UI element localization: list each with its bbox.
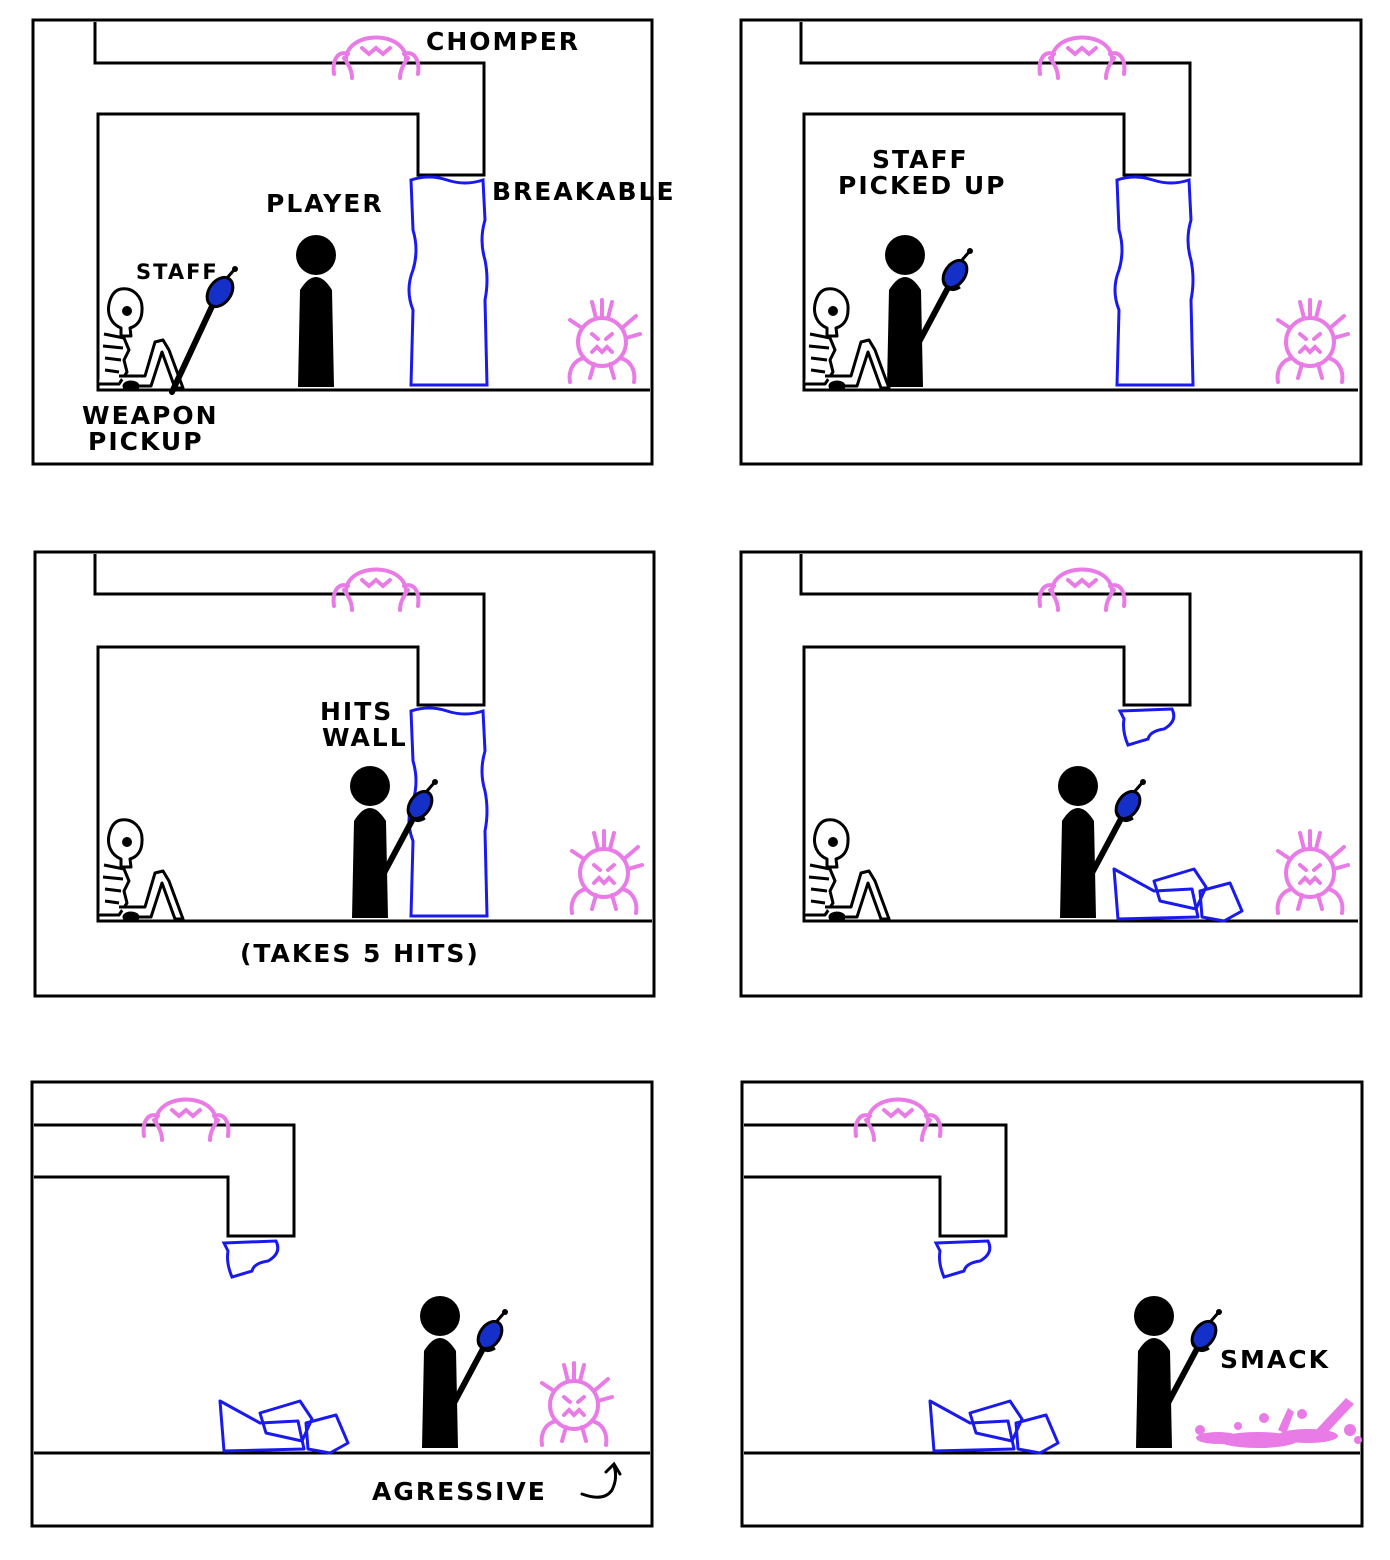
breakable-wall — [1113, 175, 1195, 387]
takes-hits-label: (TAKES 5 HITS) — [240, 939, 480, 968]
chomper-label: CHOMPER — [426, 27, 580, 56]
player-figure-icon — [885, 235, 925, 387]
player-figure-icon — [1134, 1296, 1174, 1448]
panel-1: CHOMPER BREAKABLE PLAYER STAFF WEAPON PI… — [31, 18, 676, 466]
weapon-pickup-label-line2: PICKUP — [88, 427, 204, 456]
breakable-label: BREAKABLE — [492, 177, 676, 206]
breakable-wall — [407, 175, 489, 387]
panel-4 — [739, 550, 1363, 998]
player-label: PLAYER — [266, 189, 384, 218]
player-figure-icon — [350, 766, 390, 918]
smack-label: SMACK — [1220, 1345, 1330, 1374]
storyboard: CHOMPER BREAKABLE PLAYER STAFF WEAPON PI… — [30, 18, 1364, 1528]
player-figure-icon — [420, 1296, 460, 1448]
staff-picked-label-line2: PICKED UP — [838, 171, 1007, 200]
weapon-pickup-label-line1: WEAPON — [82, 401, 219, 430]
player-figure-icon — [296, 235, 336, 387]
staff-label: STAFF — [136, 260, 219, 284]
panel-6: SMACK — [740, 1080, 1364, 1528]
hits-wall-label-line1: HITS — [320, 697, 393, 726]
panel-3: HITS WALL (TAKES 5 HITS) — [33, 550, 656, 998]
player-figure-icon — [1058, 766, 1098, 918]
panel-2: STAFF PICKED UP — [739, 18, 1363, 466]
panel-5: AGRESSIVE — [30, 1080, 654, 1528]
hits-wall-label-line2: WALL — [322, 723, 408, 752]
staff-picked-label-line1: STAFF — [872, 145, 969, 174]
aggressive-label: AGRESSIVE — [372, 1477, 547, 1506]
